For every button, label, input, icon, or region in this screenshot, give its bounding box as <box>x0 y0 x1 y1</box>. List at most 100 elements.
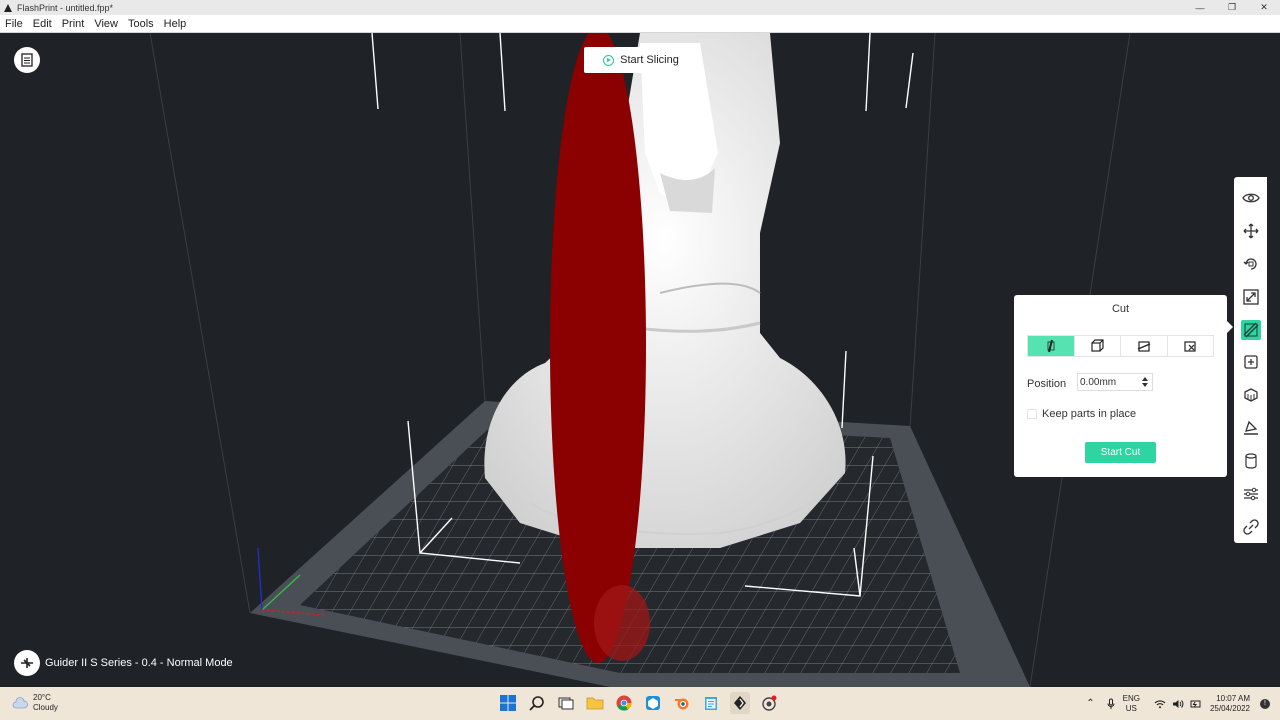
tool-supports[interactable] <box>1234 379 1267 412</box>
position-input[interactable] <box>1080 376 1136 388</box>
menu-help[interactable]: Help <box>159 18 192 30</box>
tool-lay-flat[interactable] <box>1234 412 1267 445</box>
position-label: Position <box>1027 378 1067 390</box>
flashprint-button[interactable] <box>730 692 750 714</box>
tool-add-part[interactable] <box>1234 346 1267 379</box>
chrome-button[interactable] <box>614 692 634 714</box>
machine-button[interactable] <box>14 650 40 676</box>
tool-move[interactable] <box>1234 215 1267 248</box>
clock[interactable]: 10:07 AM 25/04/2022 <box>1210 694 1250 714</box>
chevron-up-icon[interactable]: ⌃ <box>1086 698 1094 709</box>
language-indicator[interactable]: ENG US <box>1123 694 1140 714</box>
panel-pointer <box>1227 321 1233 333</box>
minimize-icon: — <box>1195 2 1205 13</box>
3d-model[interactable] <box>484 33 846 548</box>
cut-mode-diagonal[interactable] <box>1121 336 1168 356</box>
keep-parts-option[interactable]: Keep parts in place <box>1027 408 1136 420</box>
chrome-icon <box>616 695 632 711</box>
restore-button[interactable]: ❐ <box>1216 0 1248 15</box>
keep-parts-checkbox[interactable] <box>1027 409 1037 419</box>
eye-icon <box>1241 194 1260 203</box>
slicer-app-button[interactable] <box>643 692 663 714</box>
title-bar: FlashPrint - untitled.fpp* — ❐ ✕ <box>0 0 1280 15</box>
move-icon <box>1243 223 1258 239</box>
right-toolbar <box>1234 177 1267 543</box>
notepad-button[interactable] <box>701 692 721 714</box>
add-part-icon <box>1243 355 1258 370</box>
search-button[interactable] <box>527 692 547 714</box>
tool-view[interactable] <box>1234 182 1267 215</box>
tool-cut[interactable] <box>1234 313 1267 346</box>
weather-widget[interactable]: 20°C Cloudy <box>12 693 58 713</box>
menu-bar: File Edit Print View Tools Help <box>0 15 1280 33</box>
cut-vertical-icon <box>1047 339 1055 353</box>
notepad-icon <box>705 697 717 710</box>
menu-view[interactable]: View <box>89 18 123 30</box>
cube-app-icon <box>646 696 660 710</box>
recorder-button[interactable] <box>759 692 779 714</box>
notification-icon[interactable]: ! <box>1260 698 1270 709</box>
cut-mode-custom[interactable] <box>1168 336 1214 356</box>
system-tray: ⌃ ENG US 10:07 AM 25/04/2022 ! <box>1086 687 1280 720</box>
cut-icon <box>1243 322 1258 338</box>
menu-edit[interactable]: Edit <box>28 18 57 30</box>
temperature: 20°C <box>33 693 51 702</box>
windows-icon <box>500 695 516 711</box>
supports-icon <box>1243 388 1258 403</box>
microphone-icon[interactable] <box>1107 698 1115 710</box>
start-slicing-label: Start Slicing <box>620 54 679 66</box>
start-button[interactable] <box>498 692 518 714</box>
cut-panel-title: Cut <box>1111 303 1130 315</box>
menu-print[interactable]: Print <box>57 18 90 30</box>
close-button[interactable]: ✕ <box>1248 0 1280 15</box>
search-icon <box>529 696 544 711</box>
blender-button[interactable] <box>672 692 692 714</box>
rotate-icon <box>1243 258 1257 270</box>
volume-icon[interactable] <box>1172 699 1184 709</box>
flashprint-icon <box>734 696 746 710</box>
battery-charging-icon[interactable] <box>1190 699 1202 709</box>
tool-link[interactable] <box>1234 510 1267 543</box>
spin-arrows-icon[interactable] <box>1141 376 1149 388</box>
tool-rotate[interactable] <box>1234 248 1267 281</box>
start-cut-button[interactable]: Start Cut <box>1085 442 1156 463</box>
clock-date: 25/04/2022 <box>1209 703 1250 713</box>
task-view-button[interactable] <box>556 692 576 714</box>
close-icon: ✕ <box>1260 2 1268 12</box>
cut-cube-icon <box>1091 339 1104 352</box>
cut-mode-vertical[interactable] <box>1028 336 1075 356</box>
taskbar: 20°C Cloudy ⌃ ENG US 10:07 AM 25/04/2022… <box>0 687 1280 720</box>
machine-status: Guider II S Series - 0.4 - Normal Mode <box>14 650 233 676</box>
wifi-icon[interactable] <box>1154 699 1166 709</box>
weather-condition: Cloudy <box>33 703 58 712</box>
flashprint-app-icon <box>4 3 12 12</box>
project-info-button[interactable] <box>14 47 40 73</box>
tool-scale[interactable] <box>1234 280 1267 313</box>
clock-time: 10:07 AM <box>1216 693 1250 703</box>
cut-plane[interactable] <box>550 33 646 663</box>
recorder-icon <box>762 695 777 711</box>
machine-status-label: Guider II S Series - 0.4 - Normal Mode <box>45 657 233 669</box>
printer-nozzle-icon <box>21 658 33 668</box>
cut-mode-cube[interactable] <box>1075 336 1121 356</box>
cut-diagonal-icon <box>1137 341 1151 352</box>
menu-tools[interactable]: Tools <box>123 18 159 30</box>
start-slicing-button[interactable]: Start Slicing <box>584 47 698 73</box>
folder-icon <box>586 697 604 710</box>
minimize-button[interactable]: — <box>1184 0 1216 15</box>
tool-settings[interactable] <box>1234 477 1267 510</box>
menu-file[interactable]: File <box>0 18 28 30</box>
cut-panel: Cut Position Keep parts in place Start C… <box>1014 295 1233 477</box>
taskbar-apps <box>498 692 779 714</box>
cut-mode-selector <box>1027 335 1214 357</box>
keep-parts-label: Keep parts in place <box>1042 408 1137 420</box>
task-view-icon <box>558 697 574 710</box>
language-code: ENG <box>1122 693 1140 703</box>
file-explorer-button[interactable] <box>585 692 605 714</box>
settings-sliders-icon <box>1243 487 1258 500</box>
region-code: US <box>1125 703 1137 713</box>
position-stepper[interactable] <box>1077 373 1153 391</box>
lay-flat-icon <box>1243 420 1258 435</box>
tool-cylinder[interactable] <box>1234 445 1267 478</box>
cylinder-icon <box>1244 453 1257 469</box>
